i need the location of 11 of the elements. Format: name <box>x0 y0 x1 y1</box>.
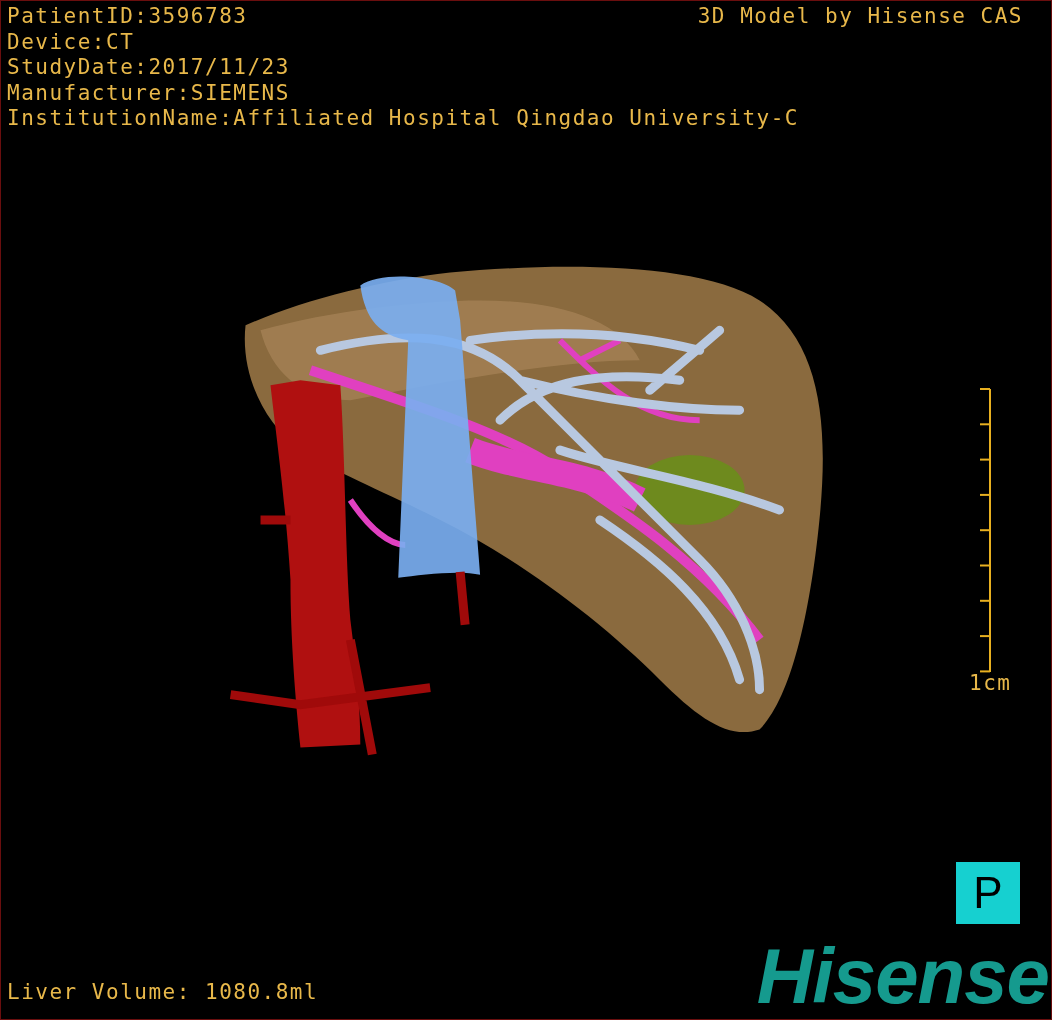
brand-logo: Hisense <box>756 933 1049 1019</box>
patient-info-line: Device:CT <box>7 29 135 55</box>
liver-volume: Liver Volume: 1080.8ml <box>7 979 319 1005</box>
scale-bar-icon <box>979 388 992 673</box>
scale-label: 1cm <box>969 671 1012 697</box>
model-credit: 3D Model by Hisense CAS <box>697 4 1023 30</box>
orientation-marker: P <box>956 862 1020 924</box>
patient-info-line: PatientID:3596783 <box>7 4 248 30</box>
patient-info-line: InstitutionName:Affiliated Hospital Qingdao University-C <box>7 106 799 132</box>
patient-info-line: Manufacturer:SIEMENS <box>7 80 290 106</box>
patient-info-line: StudyDate:2017/11/23 <box>7 55 290 81</box>
